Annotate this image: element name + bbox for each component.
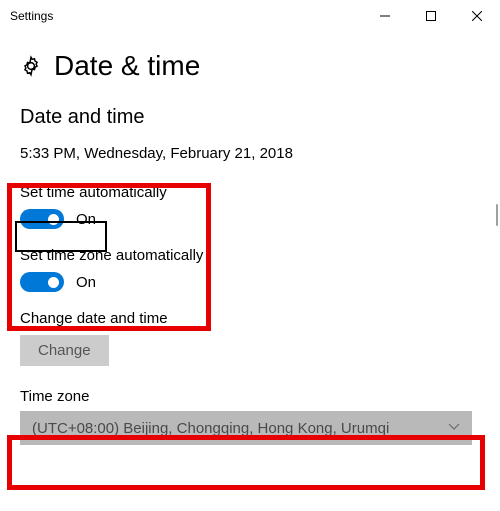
page-title: Date & time: [54, 50, 200, 82]
scrollbar-thumb[interactable]: [496, 204, 498, 226]
close-icon: [472, 11, 482, 21]
minimize-icon: [380, 11, 390, 21]
change-datetime-label: Change date and time: [20, 310, 480, 327]
set-time-auto-label: Set time automatically: [20, 184, 480, 201]
window-title: Settings: [10, 9, 53, 23]
set-tz-auto-state: On: [76, 274, 96, 291]
set-tz-auto-toggle[interactable]: [20, 272, 64, 292]
gear-icon: [20, 55, 42, 77]
timezone-dropdown: (UTC+08:00) Beijing, Chongqing, Hong Kon…: [20, 411, 472, 445]
set-time-auto-state: On: [76, 211, 96, 228]
set-tz-auto-label: Set time zone automatically: [20, 247, 480, 264]
current-datetime: 5:33 PM, Wednesday, February 21, 2018: [20, 145, 480, 162]
maximize-icon: [426, 11, 436, 21]
minimize-button[interactable]: [362, 0, 408, 32]
window-titlebar: Settings: [0, 0, 500, 32]
close-button[interactable]: [454, 0, 500, 32]
change-button: Change: [20, 335, 109, 366]
timezone-selected: (UTC+08:00) Beijing, Chongqing, Hong Kon…: [32, 420, 448, 437]
timezone-label: Time zone: [20, 388, 480, 405]
maximize-button[interactable]: [408, 0, 454, 32]
section-heading: Date and time: [20, 106, 480, 129]
chevron-down-icon: [448, 422, 460, 434]
set-time-auto-toggle[interactable]: [20, 209, 64, 229]
